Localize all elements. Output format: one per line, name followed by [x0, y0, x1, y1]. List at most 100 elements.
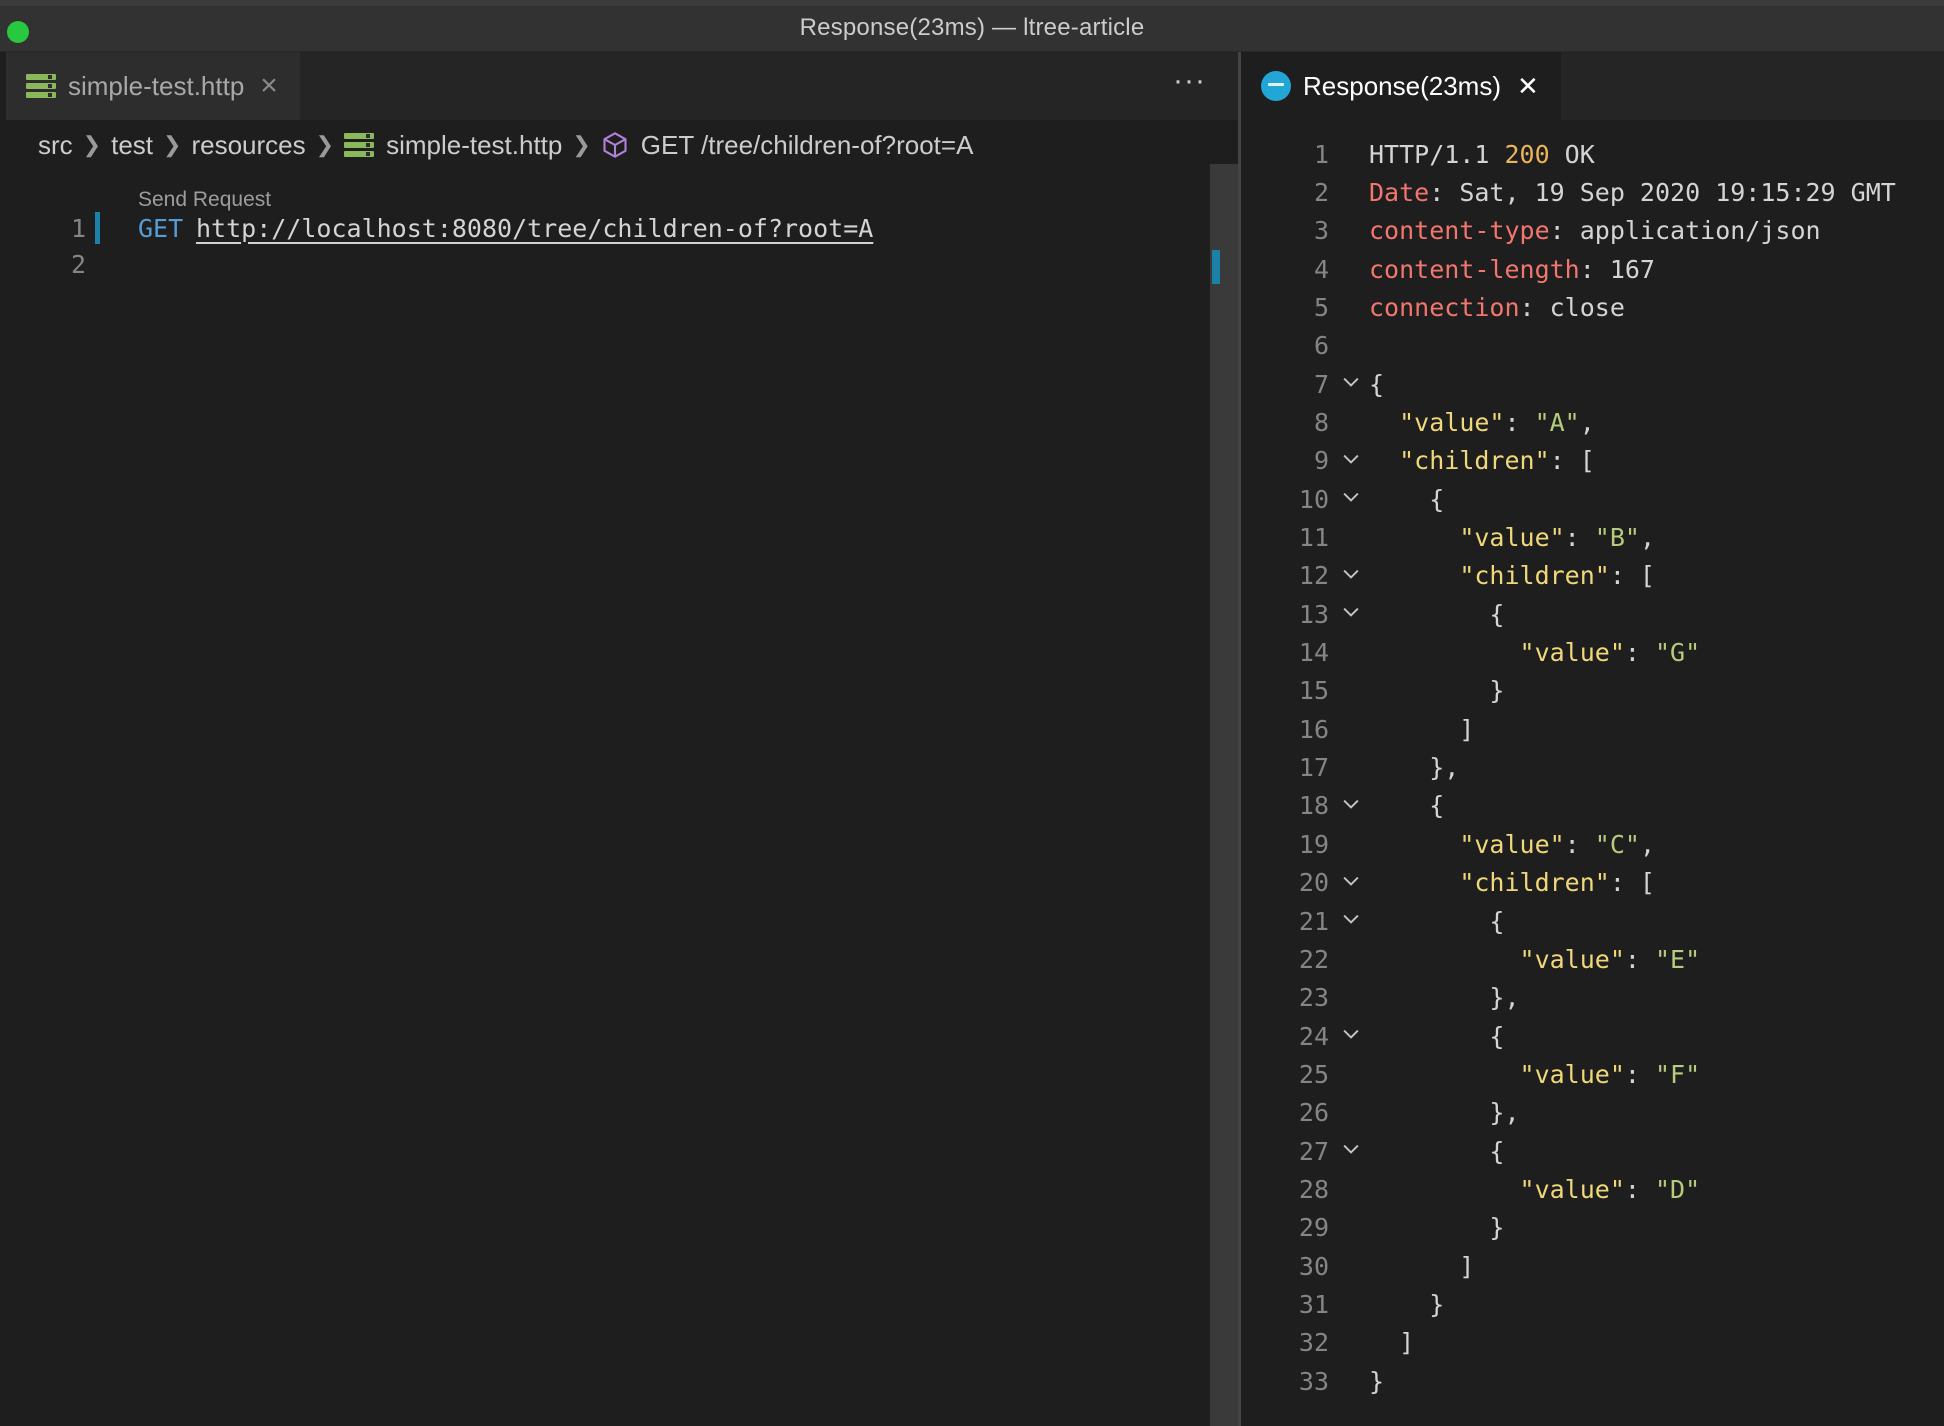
- editor-group-right: Response(23ms) ✕ 1 HTTP/1.1 200 OK 2 Date: …: [1241, 52, 1944, 1426]
- chevron-down-icon[interactable]: [1340, 793, 1362, 815]
- response-line[interactable]: 33}: [1241, 1362, 1941, 1400]
- tab-simple-test-http[interactable]: simple-test.http ×: [6, 52, 300, 120]
- response-line[interactable]: 17 },: [1241, 749, 1941, 787]
- response-line[interactable]: 19 "value": "C",: [1241, 825, 1941, 863]
- line-number: 19: [1298, 829, 1329, 859]
- vertical-scrollbar[interactable]: [1210, 164, 1238, 1426]
- response-line[interactable]: 24 {: [1241, 1017, 1941, 1055]
- chevron-down-icon[interactable]: [1340, 1023, 1362, 1045]
- response-editor[interactable]: 1 HTTP/1.1 200 OK 2 Date: Sat, 19 Sep 2020 …: [1241, 120, 1944, 1426]
- token-plain: {: [1369, 906, 1505, 936]
- line-content: {: [1369, 1137, 1504, 1166]
- chevron-down-icon[interactable]: [1340, 1138, 1362, 1160]
- line-number: 26: [1298, 1098, 1329, 1128]
- response-line[interactable]: 21 {: [1241, 902, 1941, 940]
- chevron-down-icon[interactable]: [1340, 448, 1362, 470]
- line-number: 18: [1298, 791, 1329, 821]
- token-status: 200: [1504, 139, 1550, 169]
- token-plain: : application/json: [1549, 216, 1821, 246]
- response-line[interactable]: 32 ]: [1241, 1324, 1941, 1362]
- line-number: 7: [1313, 369, 1329, 399]
- response-line[interactable]: 30 ]: [1241, 1247, 1941, 1285]
- line-number: 21: [1298, 906, 1329, 936]
- chevron-down-icon[interactable]: [1340, 908, 1362, 930]
- response-line[interactable]: 14 "value": "G": [1241, 634, 1941, 672]
- line-content: "value": "C",: [1369, 830, 1655, 859]
- line-number: 5: [1313, 292, 1329, 322]
- response-line[interactable]: 3 content-type: application/json: [1241, 212, 1941, 250]
- response-line[interactable]: 20 "children": [: [1241, 864, 1941, 902]
- response-line[interactable]: 22 "value": "E": [1241, 940, 1941, 978]
- response-line[interactable]: 26 },: [1241, 1094, 1941, 1132]
- request-url[interactable]: http://localhost:8080/tree/children-of?r…: [196, 214, 873, 243]
- response-line[interactable]: 31 }: [1241, 1286, 1941, 1324]
- token-plain: {: [1369, 369, 1385, 399]
- chevron-down-icon[interactable]: [1340, 601, 1362, 623]
- breadcrumb-item-resources[interactable]: resources: [191, 130, 305, 161]
- line-content: }: [1369, 1213, 1504, 1242]
- response-line[interactable]: 16 ]: [1241, 710, 1941, 748]
- chevron-down-icon[interactable]: [1340, 486, 1362, 508]
- breadcrumb-item-test[interactable]: test: [111, 130, 153, 161]
- token-plain: : [: [1609, 868, 1655, 898]
- response-line[interactable]: 23 },: [1241, 979, 1941, 1017]
- token-jkey: "value": [1519, 1059, 1625, 1089]
- response-line[interactable]: 12 "children": [: [1241, 557, 1941, 595]
- breadcrumb-item-request[interactable]: GET /tree/children-of?root=A: [641, 130, 974, 161]
- tab-response[interactable]: Response(23ms) ✕: [1241, 52, 1561, 120]
- response-line[interactable]: 27 {: [1241, 1132, 1941, 1170]
- line-number: 1: [70, 213, 86, 243]
- token-jstr: "D": [1654, 1174, 1701, 1204]
- send-request-codelens[interactable]: Send Request: [138, 188, 271, 212]
- response-line[interactable]: 4 content-length: 167: [1241, 250, 1941, 288]
- line-content: content-type: application/json: [1369, 216, 1821, 245]
- token-jkey: "children": [1459, 868, 1610, 898]
- editor-line[interactable]: 2: [6, 246, 1206, 282]
- response-line[interactable]: 10 {: [1241, 480, 1941, 518]
- response-line[interactable]: 1 HTTP/1.1 200 OK: [1241, 135, 1941, 173]
- editor-left[interactable]: Send Request 1 GET http://localhost:8080…: [6, 170, 1232, 1426]
- token-plain: : 167: [1579, 254, 1655, 284]
- breadcrumb-item-src[interactable]: src: [38, 130, 73, 161]
- line-content: ]: [1369, 715, 1474, 744]
- response-line[interactable]: 9 "children": [: [1241, 442, 1941, 480]
- line-content: "children": [: [1369, 868, 1655, 897]
- line-content: "value": "E": [1369, 944, 1701, 974]
- response-line[interactable]: 29 }: [1241, 1209, 1941, 1247]
- token-plain: : [: [1549, 446, 1595, 476]
- response-line[interactable]: 5 connection: close: [1241, 288, 1941, 326]
- tab-bar-right: Response(23ms) ✕: [1241, 52, 1944, 120]
- tab-label: simple-test.http: [68, 70, 245, 101]
- editor-line[interactable]: 1 GET http://localhost:8080/tree/childre…: [6, 210, 1206, 246]
- response-line[interactable]: 18 {: [1241, 787, 1941, 825]
- response-line[interactable]: 13 {: [1241, 595, 1941, 633]
- close-icon[interactable]: ×: [260, 71, 278, 101]
- response-line[interactable]: 28 "value": "D": [1241, 1170, 1941, 1208]
- chevron-down-icon[interactable]: [1340, 563, 1362, 585]
- http-method: GET: [138, 213, 184, 243]
- more-actions-button[interactable]: ···: [1173, 64, 1206, 98]
- token-plain: :: [1624, 944, 1655, 974]
- response-line[interactable]: 15 }: [1241, 672, 1941, 710]
- window-title: Response(23ms) — ltree-article: [799, 14, 1145, 41]
- response-line[interactable]: 2 Date: Sat, 19 Sep 2020 19:15:29 GMT: [1241, 173, 1941, 211]
- line-number: 32: [1298, 1328, 1329, 1358]
- token-plain: },: [1369, 753, 1460, 783]
- response-line[interactable]: 25 "value": "F": [1241, 1055, 1941, 1093]
- chevron-down-icon[interactable]: [1340, 371, 1362, 393]
- close-icon[interactable]: ✕: [1517, 73, 1539, 99]
- breadcrumb-item-file[interactable]: simple-test.http: [386, 130, 562, 161]
- response-line[interactable]: 8 "value": "A",: [1241, 403, 1941, 441]
- token-plain: ,: [1579, 407, 1595, 437]
- line-content: HTTP/1.1 200 OK: [1369, 140, 1595, 169]
- line-number: 25: [1298, 1059, 1329, 1089]
- line-number: 27: [1298, 1136, 1329, 1166]
- line-content: {: [1369, 600, 1504, 629]
- response-line[interactable]: 11 "value": "B",: [1241, 519, 1941, 557]
- response-line[interactable]: 7{: [1241, 365, 1941, 403]
- line-number: 2: [70, 249, 86, 279]
- response-line[interactable]: 6: [1241, 327, 1941, 365]
- chevron-down-icon[interactable]: [1340, 870, 1362, 892]
- line-content: connection: close: [1369, 293, 1625, 322]
